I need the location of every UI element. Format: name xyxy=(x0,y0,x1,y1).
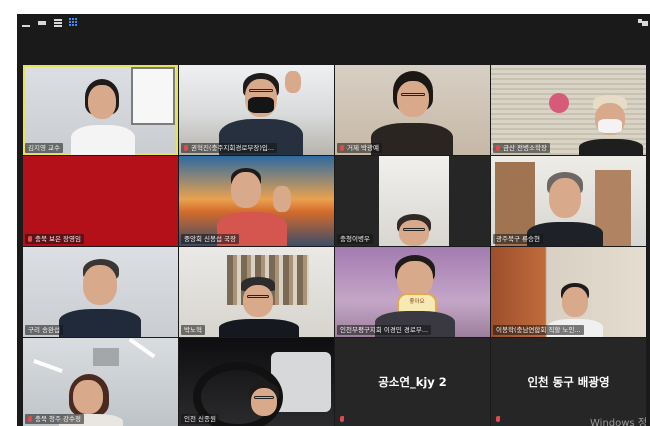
participant-tile-5[interactable]: 충북 보은 장영임 xyxy=(23,156,178,246)
flower-decor xyxy=(549,93,569,113)
muted-mic-indicator xyxy=(337,414,345,423)
participant-tile-6[interactable]: 중앙회 신봉섭 국장 xyxy=(179,156,334,246)
participant-tile-12[interactable]: 이봉학(충남연합회 직할 노인... xyxy=(491,247,646,337)
participant-name: 김지영 교수 xyxy=(25,143,63,153)
minimize-icon[interactable] xyxy=(22,18,30,28)
participant-name: 충청이병우 xyxy=(337,234,373,244)
participant-name: 충북 청주 강수정 xyxy=(25,414,84,424)
fullscreen-icon[interactable] xyxy=(638,18,648,28)
participant-name: 광주북구 류승현 xyxy=(493,234,543,244)
list-view-icon[interactable] xyxy=(54,18,62,28)
participant-tile-13[interactable]: 충북 청주 강수정 xyxy=(23,338,178,426)
muted-mic-icon xyxy=(496,145,500,151)
participant-video xyxy=(379,156,449,246)
participant-name: 구리 송완섭 xyxy=(25,325,63,335)
participant-name-center: 공소연_kjy 2 xyxy=(378,375,447,389)
muted-mic-icon xyxy=(184,145,188,151)
participant-name: 이봉학(충남연합회 직할 노인... xyxy=(493,325,584,335)
participant-tile-1[interactable]: 김지영 교수 xyxy=(23,65,178,155)
video-meeting-window: 김지영 교수 권혁진(충주지회경로부장)입... 거제 박광예 금산 전병소학장… xyxy=(17,14,650,426)
participant-tile-15[interactable]: 공소연_kjy 2 xyxy=(335,338,490,426)
participant-name: 권혁진(충주지회경로부장)입... xyxy=(181,143,278,153)
muted-mic-icon xyxy=(28,416,32,422)
muted-mic-icon xyxy=(28,236,32,242)
participant-name: 인천부평구지회 이경민 경로부... xyxy=(337,325,432,335)
gallery-view-icon[interactable] xyxy=(69,18,78,28)
participant-tile-10[interactable]: 박노혁 xyxy=(179,247,334,337)
participant-tile-16[interactable]: 인천 동구 배광영 xyxy=(491,338,646,426)
participant-video xyxy=(243,382,287,426)
muted-mic-icon xyxy=(340,416,344,422)
participant-name: 박노혁 xyxy=(181,325,205,335)
participant-tile-8[interactable]: 광주북구 류승현 xyxy=(491,156,646,246)
participant-name: 거제 박광예 xyxy=(337,143,382,153)
muted-mic-icon xyxy=(496,416,500,422)
ceiling-vent-decor xyxy=(93,348,119,366)
participant-tile-9[interactable]: 구리 송완섭 xyxy=(23,247,178,337)
participant-name: 금산 전병소학장 xyxy=(493,143,550,153)
restore-icon[interactable] xyxy=(38,18,46,28)
participant-tile-3[interactable]: 거제 박광예 xyxy=(335,65,490,155)
participant-video xyxy=(55,259,145,337)
participant-name: 인천 신종원 xyxy=(181,414,219,424)
participant-video xyxy=(579,91,643,155)
participant-tile-14[interactable]: 인천 신종원 xyxy=(179,338,334,426)
sign-text: 좋아요 xyxy=(409,299,425,305)
participant-tile-11[interactable]: 좋아요 인천부평구지회 이경민 경로부... xyxy=(335,247,490,337)
participant-video xyxy=(219,277,299,337)
os-activation-watermark: Windows 정 xyxy=(590,418,648,426)
participant-name: 중앙회 신봉섭 국장 xyxy=(181,234,239,244)
muted-mic-icon xyxy=(340,145,344,151)
participant-video xyxy=(63,77,143,155)
participant-tile-7[interactable]: 충청이병우 xyxy=(335,156,490,246)
participant-name: 충북 보은 장영임 xyxy=(25,234,84,244)
muted-mic-indicator xyxy=(493,414,501,423)
participant-name-center: 인천 동구 배광영 xyxy=(527,375,610,389)
ceiling-light-decor xyxy=(128,338,156,359)
participant-tile-2[interactable]: 권혁진(충주지회경로부장)입... xyxy=(179,65,334,155)
participant-tile-4[interactable]: 금산 전병소학장 xyxy=(491,65,646,155)
ceiling-light-decor xyxy=(33,358,63,374)
meeting-toolbar xyxy=(17,14,650,32)
